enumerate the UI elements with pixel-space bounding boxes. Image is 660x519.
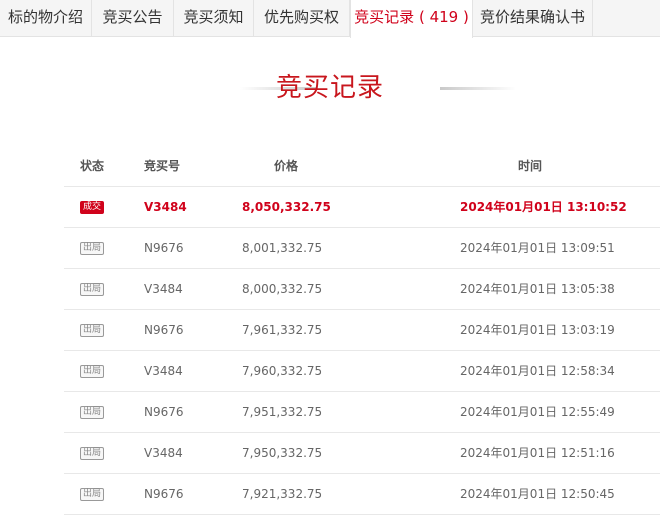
bid-time: 2024年01月01日 13:05:38 xyxy=(460,282,615,296)
bid-number: N9676 xyxy=(144,405,184,419)
tab-announcement[interactable]: 竞买公告 xyxy=(92,0,174,37)
table-row: 出局 N9676 7,951,332.75 2024年01月01日 12:55:… xyxy=(64,392,660,433)
table-row: 出局 N9676 8,001,332.75 2024年01月01日 13:09:… xyxy=(64,228,660,269)
table-row: 出局 N9676 7,921,332.75 2024年01月01日 12:50:… xyxy=(64,474,660,515)
bid-number: N9676 xyxy=(144,487,184,501)
section-title: 竞买记录 xyxy=(275,73,384,103)
bid-number: V3484 xyxy=(144,446,183,460)
bid-number: N9676 xyxy=(144,323,184,337)
tab-item-intro[interactable]: 标的物介绍 xyxy=(0,0,92,37)
header-status: 状态 xyxy=(80,159,105,173)
tab-notice[interactable]: 竞买须知 xyxy=(174,0,254,37)
bid-count: ( 419 ) xyxy=(418,8,469,26)
status-badge: 出局 xyxy=(80,447,105,460)
tab-bar: 标的物介绍 竞买公告 竞买须知 优先购买权 竞买记录 ( 419 ) 竞价结果确… xyxy=(0,0,660,38)
bid-number: V3484 xyxy=(144,282,183,296)
table-header: 状态 竞买号 价格 时间 xyxy=(64,146,660,187)
bid-price: 8,001,332.75 xyxy=(242,241,323,255)
title-divider-right xyxy=(440,87,516,90)
bid-price: 8,000,332.75 xyxy=(242,282,323,296)
bid-price: 8,050,332.75 xyxy=(242,200,331,214)
tab-label: 竞价结果确认书 xyxy=(479,8,585,26)
status-badge: 出局 xyxy=(80,324,105,337)
bid-price: 7,921,332.75 xyxy=(242,487,323,501)
header-bid-number: 竞买号 xyxy=(144,159,181,173)
bid-price: 7,961,332.75 xyxy=(242,323,323,337)
status-badge: 成交 xyxy=(80,201,105,214)
bid-time: 2024年01月01日 13:09:51 xyxy=(460,241,615,255)
tab-label: 标的物介绍 xyxy=(7,8,83,26)
bid-price: 7,960,332.75 xyxy=(242,364,323,378)
table-row: 成交 V3484 8,050,332.75 2024年01月01日 13:10:… xyxy=(64,187,660,228)
status-badge: 出局 xyxy=(80,488,105,501)
bid-time: 2024年01月01日 12:50:45 xyxy=(460,487,615,501)
bid-price: 7,951,332.75 xyxy=(242,405,323,419)
table-row: 出局 V3484 7,950,332.75 2024年01月01日 12:51:… xyxy=(64,433,660,474)
bid-number: N9676 xyxy=(144,241,184,255)
bid-number: V3484 xyxy=(144,200,187,214)
header-time: 时间 xyxy=(518,159,543,173)
tab-preemptive-right[interactable]: 优先购买权 xyxy=(254,0,350,37)
bid-price: 7,950,332.75 xyxy=(242,446,323,460)
bid-number: V3484 xyxy=(144,364,183,378)
tab-label: 竞买记录 xyxy=(354,8,415,26)
tab-bid-records[interactable]: 竞买记录 ( 419 ) xyxy=(350,0,473,38)
tab-label: 优先购买权 xyxy=(263,8,339,26)
bid-time: 2024年01月01日 13:10:52 xyxy=(460,200,627,214)
header-price: 价格 xyxy=(274,159,299,173)
status-badge: 出局 xyxy=(80,283,105,296)
status-badge: 出局 xyxy=(80,242,105,255)
status-badge: 出局 xyxy=(80,406,105,419)
tab-label: 竞买公告 xyxy=(102,8,163,26)
bid-records-table: 状态 竞买号 价格 时间 成交 V3484 8,050,332.75 2024年… xyxy=(64,146,660,515)
bid-time: 2024年01月01日 12:58:34 xyxy=(460,364,615,378)
bid-time: 2024年01月01日 12:55:49 xyxy=(460,405,615,419)
status-badge: 出局 xyxy=(80,365,105,378)
table-row: 出局 V3484 8,000,332.75 2024年01月01日 13:05:… xyxy=(64,269,660,310)
tab-label: 竞买须知 xyxy=(183,8,244,26)
table-row: 出局 V3484 7,960,332.75 2024年01月01日 12:58:… xyxy=(64,351,660,392)
bid-time: 2024年01月01日 12:51:16 xyxy=(460,446,615,460)
tab-result-confirmation[interactable]: 竞价结果确认书 xyxy=(473,0,593,37)
bid-time: 2024年01月01日 13:03:19 xyxy=(460,323,615,337)
table-row: 出局 N9676 7,961,332.75 2024年01月01日 13:03:… xyxy=(64,310,660,351)
